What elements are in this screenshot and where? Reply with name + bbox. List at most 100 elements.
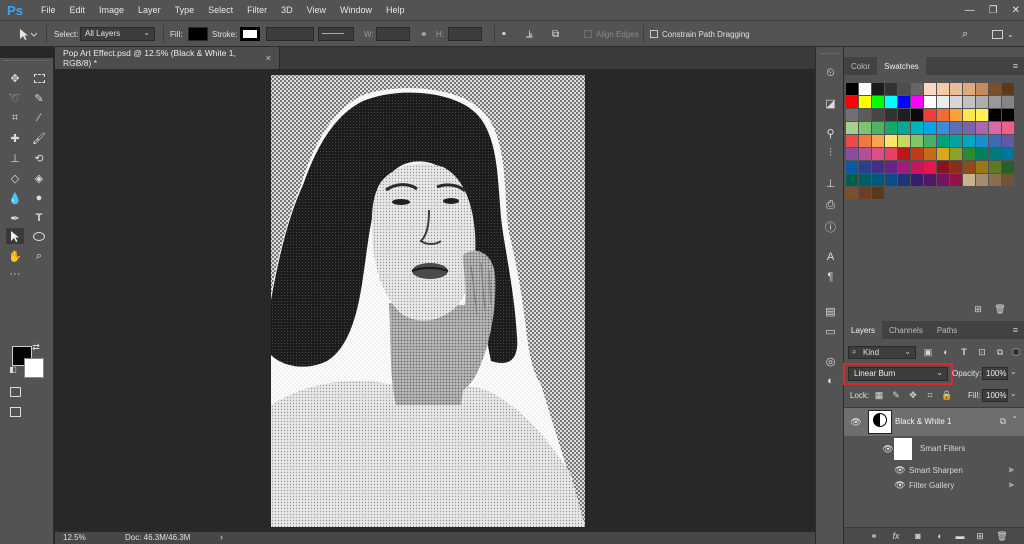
panel-menu-icon[interactable]: ≡ (1013, 61, 1018, 71)
adjustments-panel-icon[interactable]: ⫶ (822, 145, 839, 161)
eye-icon[interactable]: 👁 (894, 480, 906, 490)
adjustment-layer-icon[interactable]: ◐ (934, 531, 946, 541)
type-tool-icon[interactable]: T (30, 210, 48, 226)
color-swatch[interactable] (872, 96, 884, 108)
color-swatch[interactable] (937, 174, 949, 186)
layer-style-icon[interactable]: fx (890, 531, 902, 541)
color-swatch[interactable] (911, 174, 923, 186)
color-swatch[interactable] (989, 83, 1001, 95)
color-swatch[interactable] (963, 135, 975, 147)
color-swatch[interactable] (963, 174, 975, 186)
color-swatch[interactable] (976, 96, 988, 108)
color-swatch[interactable] (937, 161, 949, 173)
color-swatch[interactable] (898, 161, 910, 173)
color-swatch[interactable] (846, 161, 858, 173)
layer-row-black-white[interactable]: 👁 Black & White 1 ⧉ ⌃ (844, 408, 1024, 436)
menu-type[interactable]: Type (168, 0, 202, 21)
tab-channels[interactable]: Channels (882, 321, 930, 339)
color-swatch[interactable] (872, 83, 884, 95)
color-swatch[interactable] (924, 135, 936, 147)
tool-presets-panel-icon[interactable]: ⎙ (822, 197, 839, 213)
blur-tool-icon[interactable]: 💧 (6, 190, 24, 206)
pen-tool-icon[interactable]: ✒ (6, 210, 24, 226)
layer-filter-kind-dropdown[interactable]: ⌕ Kind ⌄ (848, 346, 916, 359)
color-swatch[interactable] (911, 148, 923, 160)
tab-color[interactable]: Color (844, 57, 877, 75)
history-brush-tool-icon[interactable]: ⟲ (30, 150, 48, 166)
color-swatch[interactable] (976, 109, 988, 121)
info-panel-icon[interactable]: ⓘ (822, 219, 839, 235)
color-swatch[interactable] (963, 96, 975, 108)
stroke-type-dropdown[interactable] (318, 27, 354, 41)
menu-filter[interactable]: Filter (240, 0, 274, 21)
color-swatch[interactable] (989, 174, 1001, 186)
menu-file[interactable]: File (34, 0, 63, 21)
color-swatch[interactable] (859, 83, 871, 95)
color-swatch[interactable] (898, 96, 910, 108)
color-swatch[interactable] (846, 148, 858, 160)
color-swatch[interactable] (976, 148, 988, 160)
color-swatch[interactable] (885, 148, 897, 160)
link-layers-icon[interactable]: ⚭ (868, 531, 880, 541)
chevron-down-icon[interactable]: ⌄ (1010, 389, 1017, 398)
character-panel-icon[interactable]: A (822, 249, 839, 265)
more-tools-icon[interactable]: ··· (6, 266, 24, 282)
color-swatch[interactable] (950, 174, 962, 186)
color-swatch[interactable] (898, 135, 910, 147)
color-swatch[interactable] (885, 83, 897, 95)
width-field[interactable] (376, 27, 410, 41)
tab-layers[interactable]: Layers (844, 321, 883, 339)
lock-transparent-icon[interactable]: ▦ (874, 390, 884, 400)
color-swatch[interactable] (872, 161, 884, 173)
color-swatch[interactable] (872, 148, 884, 160)
color-swatch[interactable] (950, 83, 962, 95)
color-swatch[interactable] (872, 174, 884, 186)
history-panel-icon[interactable]: ⏲ (822, 65, 839, 81)
filter-options-icon[interactable]: ⫸ (1009, 464, 1014, 475)
tab-paths[interactable]: Paths (930, 321, 964, 339)
lock-image-icon[interactable]: ✎ (891, 390, 901, 400)
color-swatch[interactable] (924, 96, 936, 108)
color-swatch[interactable] (963, 109, 975, 121)
height-field[interactable] (448, 27, 482, 41)
color-swatch[interactable] (950, 96, 962, 108)
status-menu-arrow[interactable]: › (220, 532, 223, 542)
filter-pixel-icon[interactable]: ▣ (922, 346, 934, 358)
color-swatch[interactable] (924, 122, 936, 134)
color-swatch[interactable] (846, 96, 858, 108)
color-swatch[interactable] (950, 148, 962, 160)
color-swatch[interactable] (898, 109, 910, 121)
color-swatch[interactable] (989, 96, 1001, 108)
eraser-tool-icon[interactable]: ◇ (6, 170, 24, 186)
new-layer-icon[interactable]: ⊞ (974, 531, 986, 541)
color-swatch[interactable] (911, 109, 923, 121)
color-swatch[interactable] (976, 83, 988, 95)
menu-window[interactable]: Window (333, 0, 379, 21)
filter-row-filter-gallery[interactable]: 👁 Filter Gallery ⫸ (844, 478, 1024, 493)
paint-bucket-tool-icon[interactable]: ◈ (30, 170, 48, 186)
color-swatch[interactable] (950, 161, 962, 173)
menu-view[interactable]: View (300, 0, 333, 21)
color-swatch[interactable] (1002, 148, 1014, 160)
filter-smart-object-icon[interactable]: ⧉ (994, 346, 1006, 358)
constrain-path-checkbox[interactable]: Constrain Path Dragging (650, 21, 750, 47)
restore-button[interactable]: ❐ (989, 5, 998, 16)
layer-row-smart-filters[interactable]: 👁 Smart Filters (844, 436, 1024, 463)
color-swatch[interactable] (859, 161, 871, 173)
filter-row-smart-sharpen[interactable]: 👁 Smart Sharpen ⫸ (844, 463, 1024, 478)
path-selection-tool-icon[interactable] (6, 228, 24, 244)
fill-color-swatch[interactable] (188, 27, 208, 41)
layer-mask-icon[interactable]: ◙ (912, 531, 924, 541)
color-swatch[interactable] (937, 148, 949, 160)
color-swatch[interactable] (872, 135, 884, 147)
path-operations-icon[interactable]: ▪ (502, 21, 506, 47)
color-swatch[interactable] (898, 174, 910, 186)
color-swatch[interactable] (859, 148, 871, 160)
color-swatch[interactable] (846, 109, 858, 121)
color-swatch[interactable] (989, 109, 1001, 121)
3d-panel-icon[interactable]: ◎ (822, 353, 839, 369)
zoom-level[interactable]: 12.5% (63, 533, 86, 542)
color-swatch[interactable] (976, 161, 988, 173)
fill-field[interactable]: 100% (982, 389, 1008, 402)
path-alignment-icon[interactable]: ⫡ (526, 21, 533, 47)
